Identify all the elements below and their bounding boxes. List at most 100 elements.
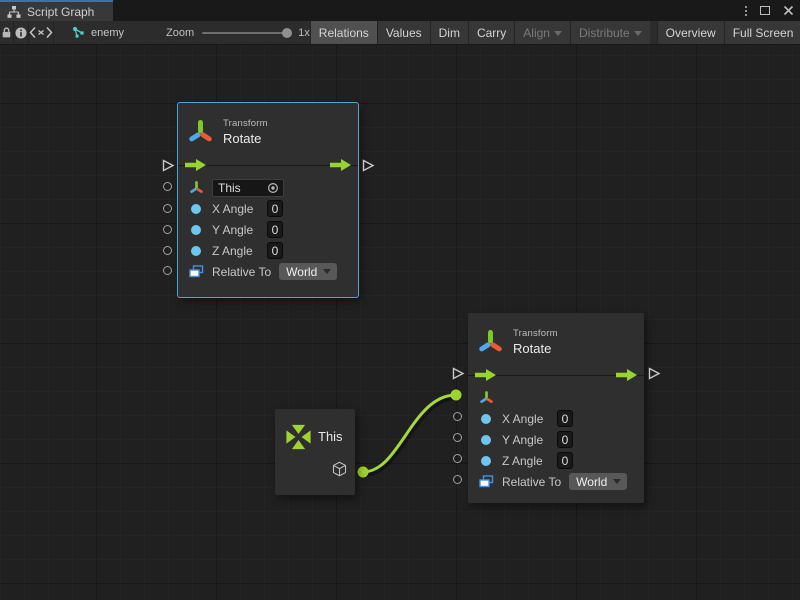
value-dot-icon <box>481 435 491 445</box>
z-angle-input[interactable]: 0 <box>267 242 283 259</box>
inspector-button[interactable] <box>14 21 29 44</box>
port-row-x-angle: X Angle 0 <box>188 198 348 219</box>
lock-button[interactable] <box>0 21 14 44</box>
y-angle-port[interactable] <box>163 225 172 234</box>
y-angle-input[interactable]: 0 <box>557 431 573 448</box>
node-title: Rotate <box>223 131 268 146</box>
enum-icon <box>188 265 204 278</box>
graph-hierarchy-icon <box>7 6 21 18</box>
relative-to-dropdown[interactable]: World <box>569 473 627 490</box>
edit-graph-button[interactable] <box>29 21 54 44</box>
node-transform-rotate-1[interactable]: Transform Rotate <box>178 103 358 297</box>
target-value-port[interactable] <box>163 182 172 191</box>
port-row-y-angle: Y Angle 0 <box>478 429 634 450</box>
enum-icon <box>478 475 494 488</box>
tab-bar: Script Graph <box>0 0 800 21</box>
node-category: Transform <box>513 328 558 339</box>
flow-in-arrow-icon <box>185 159 206 171</box>
window-menu-icon[interactable] <box>745 6 747 16</box>
zoom-value: 1x <box>298 27 310 39</box>
chevron-down-icon <box>634 31 642 36</box>
value-dot-icon <box>481 456 491 466</box>
flow-output-port[interactable] <box>647 367 661 380</box>
port-row-y-angle: Y Angle 0 <box>188 219 348 240</box>
port-row-x-angle: X Angle 0 <box>478 408 634 429</box>
port-row-z-angle: Z Angle 0 <box>478 450 634 471</box>
node-this[interactable]: This <box>275 409 355 495</box>
connection-wire <box>0 45 800 600</box>
flow-row <box>178 156 358 174</box>
dim-button[interactable]: Dim <box>430 21 468 44</box>
z-angle-input[interactable]: 0 <box>557 452 573 469</box>
dropdown-caret-icon <box>323 269 331 274</box>
value-dot-icon <box>191 246 201 256</box>
transform-icon <box>187 118 214 145</box>
this-output-port <box>358 467 369 478</box>
node-header: Transform Rotate <box>178 103 358 156</box>
relations-button[interactable]: Relations <box>310 21 377 44</box>
zoom-label: Zoom <box>166 27 194 39</box>
align-button[interactable]: Align <box>514 21 570 44</box>
chevron-down-icon <box>554 31 562 36</box>
graph-canvas[interactable]: Transform Rotate <box>0 45 800 600</box>
value-dot-icon <box>191 225 201 235</box>
breadcrumb[interactable]: enemy <box>54 21 134 44</box>
close-icon[interactable] <box>783 5 794 16</box>
target-row-connected <box>478 387 634 408</box>
x-angle-input[interactable]: 0 <box>267 200 283 217</box>
carry-button[interactable]: Carry <box>468 21 514 44</box>
fullscreen-button[interactable]: Full Screen <box>724 21 800 44</box>
y-angle-input[interactable]: 0 <box>267 221 283 238</box>
zoom-slider[interactable] <box>202 32 290 34</box>
graph-name: enemy <box>91 27 124 39</box>
graph-toolbar: enemy Zoom 1x Relations Values Dim Carry… <box>0 21 800 45</box>
graph-asset-icon <box>72 26 85 39</box>
zoom-control: Zoom 1x <box>134 21 310 44</box>
maximize-icon[interactable] <box>760 6 770 15</box>
transform-mini-icon <box>188 180 204 195</box>
port-row-relative-to: Relative To World <box>188 261 348 282</box>
flow-input-port[interactable] <box>451 367 465 380</box>
flow-input-port[interactable] <box>161 159 175 172</box>
relative-to-dropdown[interactable]: World <box>279 263 337 280</box>
script-graph-window: Script Graph <box>0 0 800 600</box>
node-transform-rotate-2[interactable]: Transform Rotate <box>468 313 644 503</box>
this-node-label: This <box>318 429 343 444</box>
window-controls <box>745 0 794 21</box>
y-angle-port[interactable] <box>453 433 462 442</box>
distribute-button[interactable]: Distribute <box>570 21 650 44</box>
transform-mini-icon <box>478 390 494 405</box>
x-angle-port[interactable] <box>163 204 172 213</box>
target-object-field[interactable]: This <box>212 179 284 197</box>
flow-output-port[interactable] <box>361 159 375 172</box>
flow-out-arrow-icon <box>616 369 637 381</box>
zoom-slider-handle[interactable] <box>282 28 292 38</box>
x-angle-input[interactable]: 0 <box>557 410 573 427</box>
transform-icon <box>477 328 504 355</box>
tab-script-graph[interactable]: Script Graph <box>0 0 113 21</box>
x-angle-port[interactable] <box>453 412 462 421</box>
port-row-relative-to: Relative To World <box>478 471 634 492</box>
node-title: Rotate <box>513 341 558 356</box>
object-picker-icon[interactable] <box>267 182 279 194</box>
tab-title: Script Graph <box>27 5 94 19</box>
value-dot-icon <box>191 204 201 214</box>
node-category: Transform <box>223 118 268 129</box>
lock-icon <box>0 26 13 40</box>
flow-in-arrow-icon <box>475 369 496 381</box>
flow-out-arrow-icon <box>330 159 351 171</box>
values-button[interactable]: Values <box>377 21 430 44</box>
z-angle-port[interactable] <box>453 454 462 463</box>
relative-to-port[interactable] <box>163 266 172 275</box>
flow-row <box>468 366 644 384</box>
target-row: This <box>188 177 348 198</box>
gameobject-cube-icon <box>331 460 348 478</box>
node-header: Transform Rotate <box>468 313 644 366</box>
relative-to-port[interactable] <box>453 475 462 484</box>
port-row-z-angle: Z Angle 0 <box>188 240 348 261</box>
code-variable-icon <box>29 26 53 39</box>
info-icon <box>14 26 28 40</box>
overview-button[interactable]: Overview <box>657 21 724 44</box>
self-converge-icon <box>282 419 315 455</box>
z-angle-port[interactable] <box>163 246 172 255</box>
